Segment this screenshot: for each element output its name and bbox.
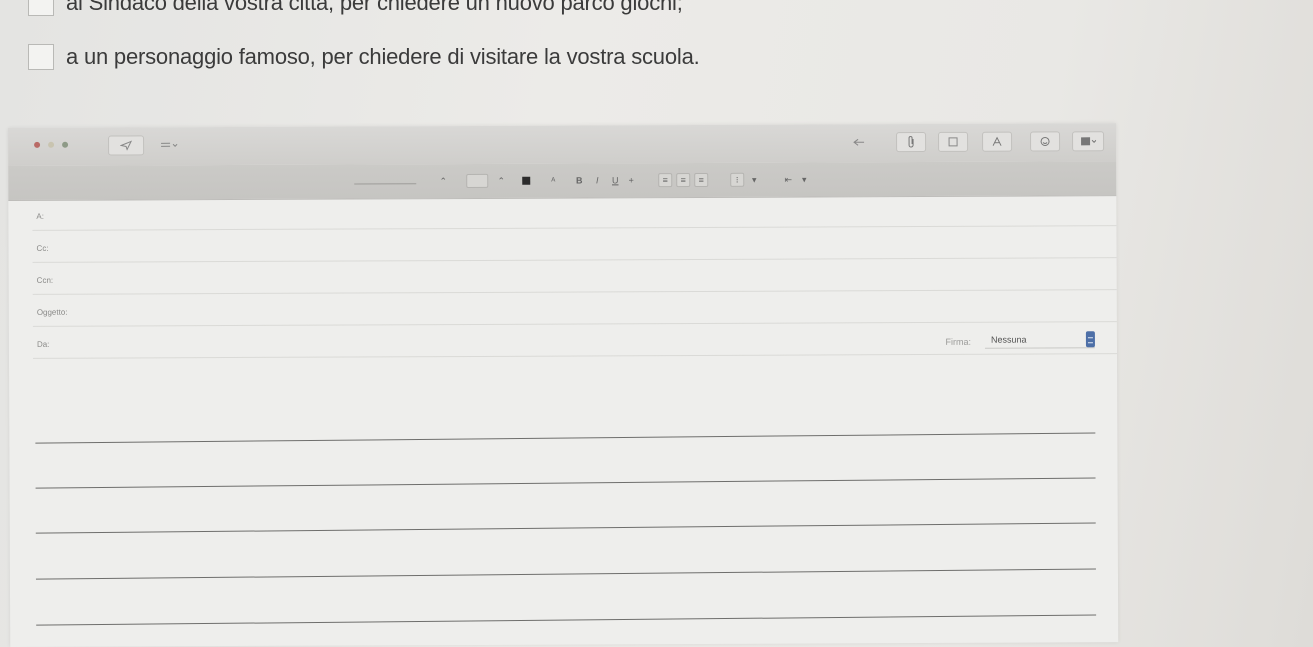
font-family-select[interactable] [354,175,417,185]
send-icon [120,140,133,151]
photo-icon [1081,137,1097,146]
from-label: Da: [36,339,50,349]
emoji-button[interactable] [1030,131,1061,152]
checkbox [28,0,54,16]
option-text: al Sindaco della vostra città, per chied… [66,0,683,15]
option-famous-person: a un personaggio famoso, per chiedere di… [28,44,700,70]
reply-button[interactable] [844,132,874,152]
signature-select[interactable]: Nessuna [984,331,1095,349]
minimize-window-icon[interactable] [48,141,55,148]
attach-button[interactable] [896,131,927,153]
font-icon [992,136,1002,146]
indent-chevron-icon[interactable]: ▾ [800,173,808,187]
close-window-icon[interactable] [34,141,41,148]
background-color-icon[interactable]: ᴬ [548,174,558,188]
cc-field[interactable]: Cc: [32,227,1117,263]
bcc-field[interactable]: Ccn: [32,259,1117,295]
writing-line [35,432,1096,444]
align-right-icon[interactable]: ≡ [694,172,709,188]
document-icon [948,137,958,147]
list-chevron-icon[interactable]: ▾ [750,173,758,187]
option-text: a un personaggio famoso, per chiedere di… [66,44,700,69]
cc-label: Cc: [36,243,49,253]
checkbox [28,44,54,70]
paperclip-icon [908,136,914,148]
maximize-window-icon[interactable] [62,141,69,148]
subject-label: Oggetto: [36,307,68,317]
italic-icon[interactable]: I [592,173,602,187]
writing-line [35,522,1096,534]
signature-label: Firma: [945,336,971,347]
header-options-button[interactable] [152,135,186,155]
subject-field[interactable]: Oggetto: [32,291,1117,327]
mail-compose-window: ⌃ ⌃ ᴬ B I U + ≡ ≡ ≡ ⁝ ▾ ⇤ ▾ A: Cc: Ccn: … [8,123,1119,647]
window-titlebar [8,123,1117,166]
to-field[interactable]: A: [32,195,1117,231]
signature-value: Nessuna [990,334,1027,345]
text-color-button[interactable] [522,174,531,188]
fonts-button[interactable] [982,131,1013,152]
align-left-icon[interactable]: ≡ [658,173,673,188]
font-size-select[interactable] [466,173,489,189]
back-icon [853,138,865,146]
send-button[interactable] [108,135,145,156]
list-icon[interactable]: ⁝ [730,172,745,187]
writing-line [35,568,1096,580]
emoji-icon [1040,136,1050,146]
underline-icon[interactable]: U [610,173,620,187]
select-arrows-icon[interactable] [1085,331,1095,348]
font-size-chevron-icon[interactable]: ⌃ [497,174,505,188]
photo-browser-button[interactable] [1072,131,1105,152]
bold-icon[interactable]: B [574,173,584,187]
bcc-label: Ccn: [36,275,54,285]
align-center-icon[interactable]: ≡ [676,173,691,188]
writing-line [36,614,1097,626]
format-button[interactable] [938,131,969,152]
option-city-mayor: al Sindaco della vostra città, per chied… [28,0,683,16]
writing-line [35,477,1096,489]
indent-icon[interactable]: ⇤ [782,173,794,187]
to-label: A: [36,211,44,221]
font-family-chevron-icon[interactable]: ⌃ [439,174,447,188]
text-color-icon [522,176,531,185]
list-options-icon [161,142,178,147]
strikethrough-icon[interactable]: + [626,173,636,187]
